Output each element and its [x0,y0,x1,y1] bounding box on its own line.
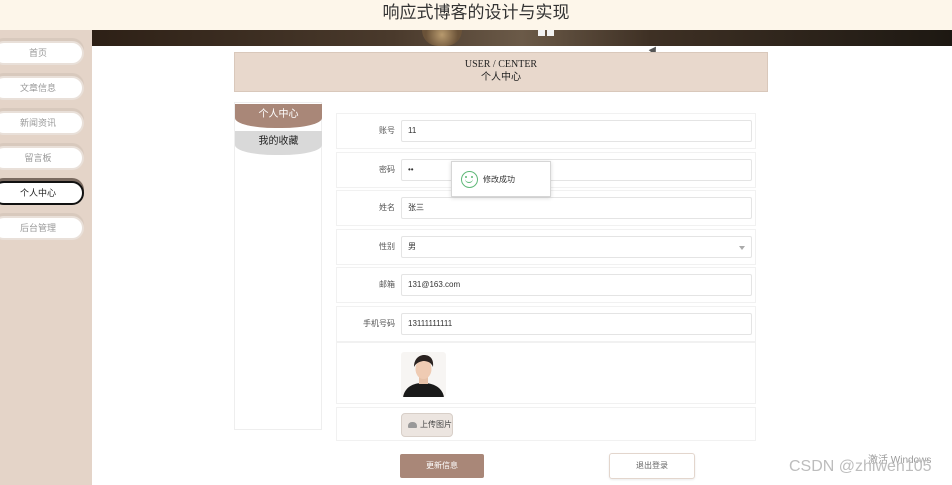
profile-form: 账号 11 密码 •• 姓名 张三 性别 男 邮箱 131@163.com 手机… [324,102,770,485]
gender-label: 性别 [379,242,395,251]
gender-row: 性别 男 [336,229,756,265]
upload-image-button[interactable]: 上传图片 [401,413,453,437]
avatar-photo-icon [401,352,446,397]
sidebar-item-articles[interactable]: 文章信息 [0,76,84,100]
account-label: 账号 [379,126,395,135]
password-label: 密码 [379,165,395,174]
account-field[interactable]: 11 [401,120,752,142]
email-label: 邮箱 [379,280,395,289]
sidebar: 首页 文章信息 新闻资讯 留言板 个人中心 后台管理 [0,30,92,485]
update-info-button[interactable]: 更新信息 [400,454,484,478]
toast-message: 修改成功 [483,175,515,184]
phone-field[interactable]: 13111111111 [401,313,752,335]
email-field[interactable]: 131@163.com [401,274,752,296]
hero-banner [92,30,952,46]
banner-dot [538,30,545,36]
page-title: 响应式博客的设计与实现 [0,0,952,30]
sidebar-item-news[interactable]: 新闻资讯 [0,111,84,135]
upload-row: 上传图片 [336,407,756,441]
sidebar-item-home[interactable]: 首页 [0,41,84,65]
banner-figure [422,30,462,46]
phone-row: 手机号码 13111111111 [336,306,756,342]
avatar-row [336,342,756,404]
tab-my-favorites[interactable]: 我的收藏 [235,131,322,155]
user-center-header: USER / CENTER 个人中心 [234,52,768,92]
banner-dot [547,30,554,36]
csdn-watermark: CSDN @zhiwen105 [789,458,932,475]
name-label: 姓名 [379,203,395,212]
page: 响应式博客的设计与实现 首页 文章信息 新闻资讯 留言板 个人中心 后台管理 U… [0,0,952,485]
name-field[interactable]: 张三 [401,197,752,219]
sidebar-item-admin[interactable]: 后台管理 [0,216,84,240]
gender-select[interactable]: 男 [401,236,752,258]
logout-button[interactable]: 退出登录 [609,453,695,479]
phone-label: 手机号码 [363,319,395,328]
avatar [401,352,446,397]
tab-panel: 个人中心 我的收藏 [234,102,322,430]
account-row: 账号 11 [336,113,756,149]
upload-icon [408,421,417,428]
success-toast: 修改成功 [451,161,551,197]
tab-user-center[interactable]: 个人中心 [235,104,322,128]
upload-label: 上传图片 [420,420,452,429]
user-center-title-cn: 个人中心 [481,72,521,83]
sidebar-item-message-board[interactable]: 留言板 [0,146,84,170]
smile-icon [461,171,478,188]
user-center-title-en: USER / CENTER [464,59,538,70]
sidebar-item-user-center[interactable]: 个人中心 [0,181,84,205]
email-row: 邮箱 131@163.com [336,267,756,303]
